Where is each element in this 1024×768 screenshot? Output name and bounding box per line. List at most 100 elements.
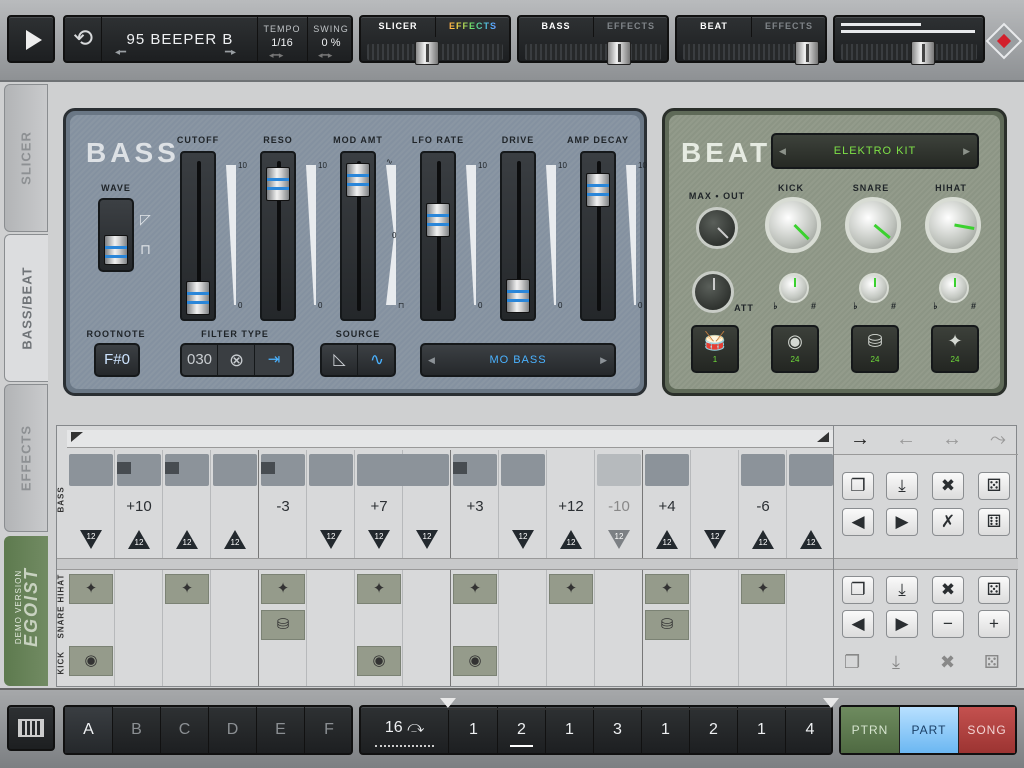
copy-beat-icon[interactable]: ❐: [842, 576, 874, 604]
pattern-button-a[interactable]: A: [65, 707, 113, 753]
master-volume-slider[interactable]: [841, 44, 977, 60]
random-direction-icon[interactable]: ⤳: [980, 428, 1016, 451]
tempo-value[interactable]: 1/16: [259, 37, 305, 49]
bass-tab[interactable]: BASS: [519, 21, 593, 31]
snare-step-icon[interactable]: ⛁: [645, 610, 689, 640]
bass-note-value[interactable]: +10: [115, 498, 163, 515]
random-bass-icon[interactable]: ⚄: [978, 472, 1010, 500]
slicer-crossfader-handle[interactable]: [415, 41, 439, 65]
clear-row-icon[interactable]: ✖: [940, 652, 955, 673]
hihat-step-icon[interactable]: ✦: [741, 574, 785, 604]
fader-3[interactable]: [420, 151, 456, 321]
mode-part-button[interactable]: PART: [900, 707, 958, 753]
drum-kit-selector[interactable]: ◀ ELEKTRO KIT ▶: [771, 133, 979, 169]
bass-note-value[interactable]: +4: [643, 498, 691, 515]
beat-tab[interactable]: BEAT: [677, 21, 751, 31]
tempo-arrows-icon[interactable]: ◂━▸: [269, 51, 295, 60]
shift-left-beat-icon[interactable]: ◀: [842, 610, 874, 638]
pattern-button-c[interactable]: C: [161, 707, 209, 753]
kick-step-icon[interactable]: ◉: [357, 646, 401, 676]
wave-switch[interactable]: [98, 198, 134, 272]
fader-0[interactable]: [180, 151, 216, 321]
beat-pitch-knob-1[interactable]: [859, 273, 889, 303]
kick-step-icon[interactable]: ◉: [69, 646, 113, 676]
beat-level-knob-0[interactable]: [765, 197, 821, 253]
clear-bass-icon[interactable]: ✖: [932, 472, 964, 500]
logo-icon[interactable]: [985, 22, 1023, 60]
bass-note-bar[interactable]: [741, 454, 785, 486]
beat-pad-1[interactable]: ◉ 24: [771, 325, 819, 373]
fader-cap[interactable]: [346, 163, 370, 197]
beat-level-knob-1[interactable]: [845, 197, 901, 253]
forward-direction-icon[interactable]: →: [842, 428, 878, 451]
bass-note-bar[interactable]: [453, 454, 497, 486]
next-song-icon[interactable]: ━▸: [225, 48, 245, 58]
pattern-button-b[interactable]: B: [113, 707, 161, 753]
part-count-6[interactable]: 1: [738, 707, 786, 753]
part-count-5[interactable]: 2: [690, 707, 738, 753]
bass-note-bar[interactable]: [309, 454, 353, 486]
accent-down-icon[interactable]: 12: [608, 530, 630, 550]
accent-down-icon[interactable]: 12: [704, 530, 726, 550]
shift-right-beat-icon[interactable]: ▶: [886, 610, 918, 638]
bass-note-bar[interactable]: [645, 454, 689, 486]
slicer-effects-tab[interactable]: EFFECTS: [437, 21, 509, 31]
prev-song-icon[interactable]: ◂━: [115, 48, 135, 58]
filter-type-value[interactable]: 030: [182, 345, 218, 375]
reload-icon[interactable]: ⟲: [73, 25, 99, 55]
bass-effects-tab[interactable]: EFFECTS: [595, 21, 667, 31]
bass-note-value[interactable]: -10: [595, 498, 643, 515]
mode-song-button[interactable]: SONG: [959, 707, 1015, 753]
beat-pad-3[interactable]: ✦ 24: [931, 325, 979, 373]
fader-cap[interactable]: [266, 167, 290, 201]
preset-prev-icon[interactable]: ◀: [428, 345, 436, 375]
snare-step-icon[interactable]: ⛁: [261, 610, 305, 640]
bass-note-value[interactable]: +7: [355, 498, 403, 515]
accent-up-icon[interactable]: 12: [656, 530, 678, 550]
range-end-handle-icon[interactable]: [823, 698, 839, 708]
mode-ptrn-button[interactable]: PTRN: [841, 707, 899, 753]
accent-down-icon[interactable]: 12: [416, 530, 438, 550]
fader-4[interactable]: [500, 151, 536, 321]
part-count-4[interactable]: 1: [642, 707, 690, 753]
hihat-step-icon[interactable]: ✦: [165, 574, 209, 604]
bass-note-bar[interactable]: [357, 454, 449, 486]
kit-next-icon[interactable]: ▶: [963, 135, 971, 167]
source-envelope-icon[interactable]: ◺: [322, 345, 358, 375]
clear-notes-bass-icon[interactable]: ✗: [932, 508, 964, 536]
rootnote-button[interactable]: F#0: [94, 343, 140, 377]
bass-crossfader[interactable]: [525, 44, 661, 60]
beat-pad-0[interactable]: 🥁 1: [691, 325, 739, 373]
shift-right-bass-icon[interactable]: ▶: [886, 508, 918, 536]
bass-note-value[interactable]: -6: [739, 498, 787, 515]
accent-up-icon[interactable]: 12: [800, 530, 822, 550]
bass-crossfader-handle[interactable]: [607, 41, 631, 65]
fader-cap[interactable]: [506, 279, 530, 313]
accent-up-icon[interactable]: 12: [560, 530, 582, 550]
bass-note-bar[interactable]: [789, 454, 833, 486]
accent-down-icon[interactable]: 12: [368, 530, 390, 550]
copy-row-icon[interactable]: ❐: [844, 652, 860, 673]
hihat-step-icon[interactable]: ✦: [453, 574, 497, 604]
bass-note-value[interactable]: -3: [259, 498, 307, 515]
source-lfo-icon[interactable]: ∿: [359, 345, 395, 375]
accent-up-icon[interactable]: 12: [176, 530, 198, 550]
bass-note-value[interactable]: +12: [547, 498, 595, 515]
hihat-step-icon[interactable]: ✦: [549, 574, 593, 604]
bass-note-bar[interactable]: [501, 454, 545, 486]
swing-arrows-icon[interactable]: ◂━▸: [318, 51, 344, 60]
paste-row-icon[interactable]: ⤓: [892, 652, 900, 673]
maxout-knob[interactable]: [696, 207, 738, 249]
slicer-tab[interactable]: SLICER: [361, 21, 435, 31]
bass-note-bar[interactable]: [261, 454, 305, 486]
pingpong-direction-icon[interactable]: ↔: [934, 428, 970, 451]
song-name[interactable]: 95 BEEPER B: [105, 31, 255, 48]
master-volume-handle[interactable]: [911, 41, 935, 65]
reverse-direction-icon[interactable]: ←: [888, 428, 924, 451]
increase-beat-icon[interactable]: +: [978, 610, 1010, 638]
bass-note-bar[interactable]: [165, 454, 209, 486]
accent-up-icon[interactable]: 12: [128, 530, 150, 550]
bass-note-bar[interactable]: [597, 454, 641, 486]
bass-note-bar[interactable]: [213, 454, 257, 486]
kick-step-icon[interactable]: ◉: [453, 646, 497, 676]
